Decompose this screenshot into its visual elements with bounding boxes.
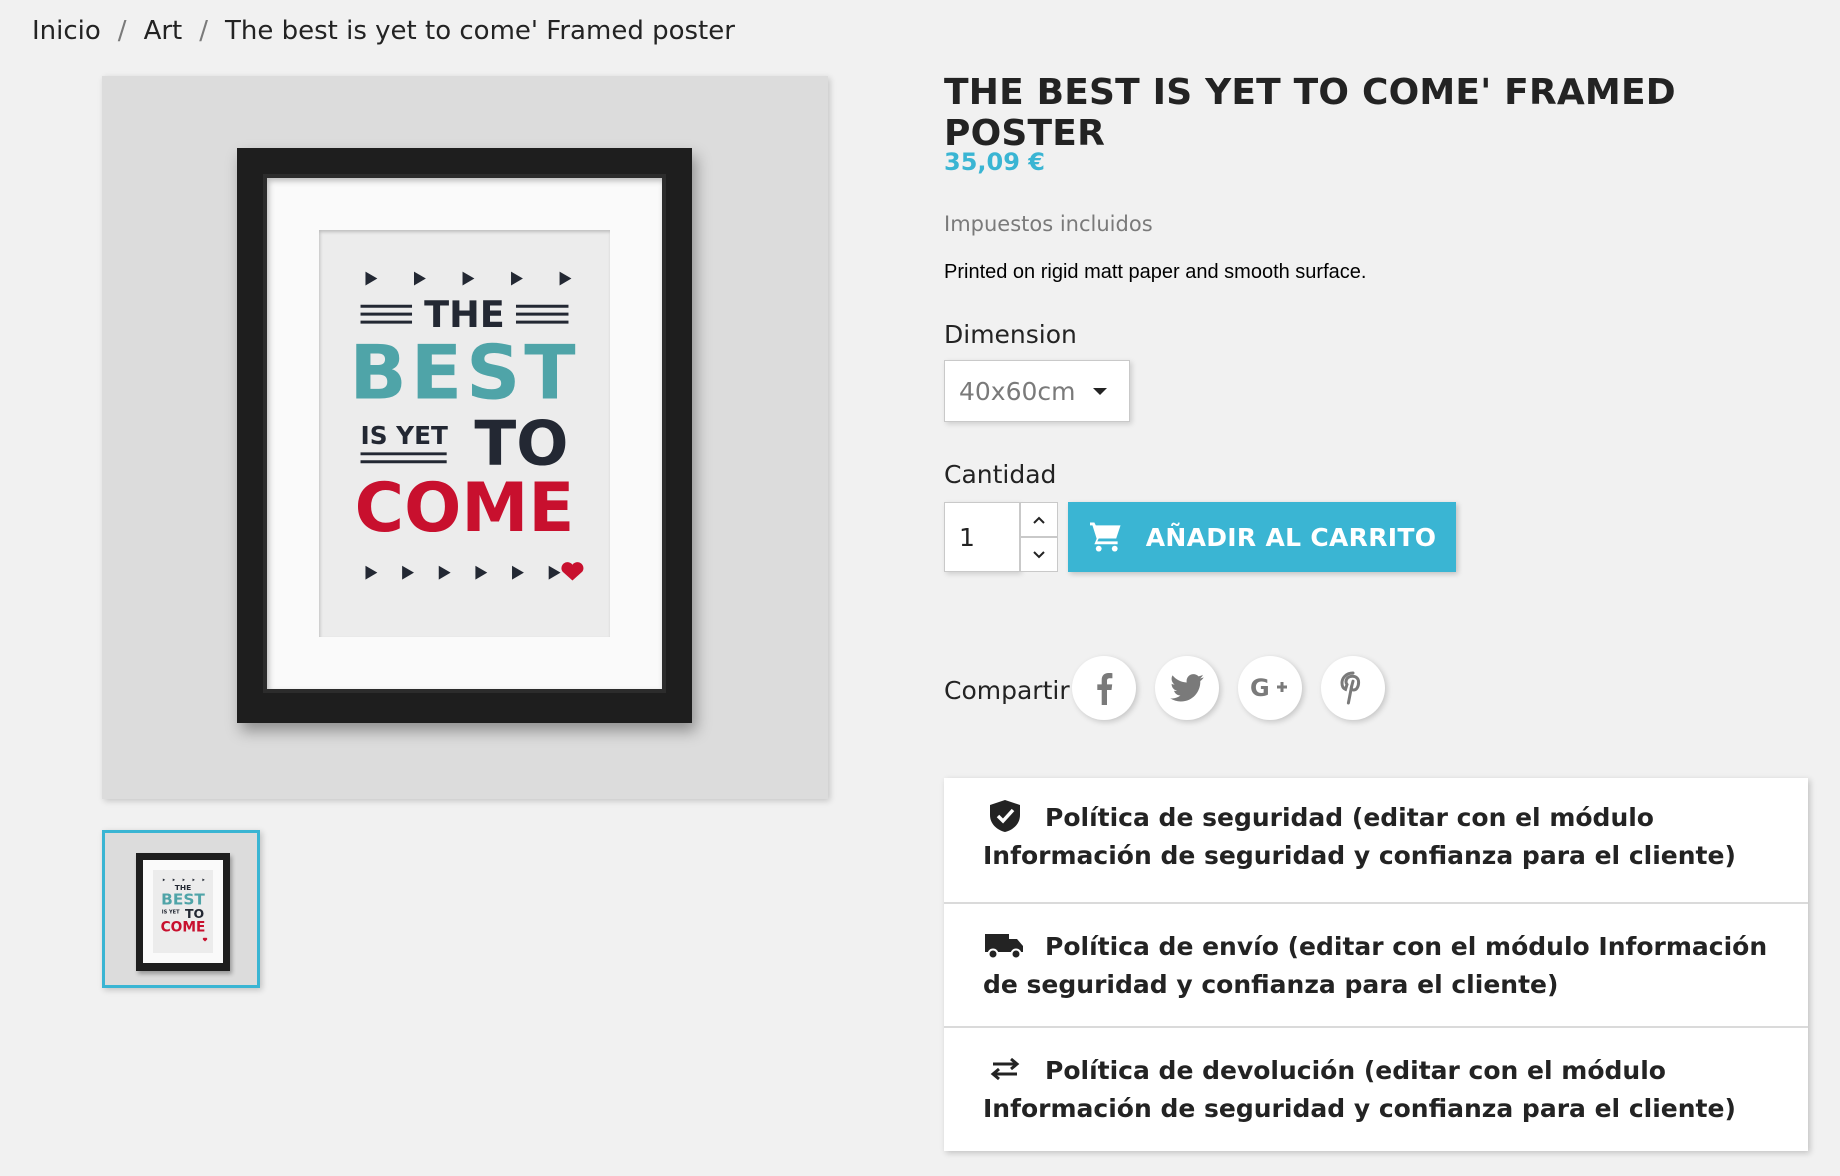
share-facebook-button[interactable] <box>1072 656 1136 720</box>
breadcrumb-art-link[interactable]: Art <box>144 16 183 46</box>
dimension-select[interactable]: 40x60cm <box>944 360 1130 422</box>
reassurance-text-returns: Política de devolución (editar con el mó… <box>983 1056 1736 1123</box>
quantity-input[interactable]: 1 <box>944 502 1020 572</box>
arrow-row-top <box>365 271 572 286</box>
dimension-selected-value: 40x60cm <box>959 376 1076 406</box>
poster-word-come: COME <box>355 469 575 547</box>
truck-icon <box>985 934 1023 960</box>
poster-print: THE BEST IS YET TO COME <box>319 230 610 637</box>
reassurance-text-security: Política de seguridad (editar con el mód… <box>983 803 1736 870</box>
shopping-cart-icon <box>1089 522 1121 552</box>
breadcrumb-separator: / <box>117 16 127 46</box>
thumbnail-artwork: THE BEST IS YET TO COME <box>161 878 208 942</box>
quantity-label: Cantidad <box>944 460 1057 489</box>
pinterest-icon <box>1340 671 1361 705</box>
svg-text:G: G <box>1250 675 1270 701</box>
stripes-left <box>360 304 413 324</box>
breadcrumb-current: The best is yet to come' Framed poster <box>225 16 735 46</box>
reassurance-block: Política de seguridad (editar con el mód… <box>944 778 1808 1151</box>
svg-text:BEST: BEST <box>161 890 205 908</box>
google-plus-icon: G <box>1250 675 1287 701</box>
facebook-icon <box>1097 673 1113 705</box>
arrow-row-bottom <box>365 565 561 580</box>
reassurance-item-returns: Política de devolución (editar con el mó… <box>944 1026 1808 1151</box>
product-description: Printed on rigid matt paper and smooth s… <box>944 261 1367 283</box>
share-label: Compartir <box>944 676 1070 705</box>
add-to-cart-label: AÑADIR AL CARRITO <box>1145 522 1437 552</box>
twitter-icon <box>1170 674 1204 702</box>
share-google-plus-button[interactable]: G <box>1238 656 1302 720</box>
tax-note: Impuestos incluidos <box>944 212 1153 236</box>
chevron-down-icon <box>1033 550 1045 558</box>
thumbnail-frame: THE BEST IS YET TO COME <box>136 853 230 971</box>
product-thumbnail-selected[interactable]: THE BEST IS YET TO COME <box>102 830 260 988</box>
poster-frame: THE BEST IS YET TO COME <box>237 148 692 723</box>
svg-text:TO: TO <box>185 906 205 921</box>
poster-mat: THE BEST IS YET TO COME <box>267 178 662 689</box>
svg-text:COME: COME <box>161 919 206 935</box>
reassurance-text-shipping: Política de envío (editar con el módulo … <box>983 932 1768 999</box>
breadcrumb-home-link[interactable]: Inicio <box>32 16 101 46</box>
dimension-label: Dimension <box>944 320 1077 349</box>
heart-icon <box>561 562 584 581</box>
poster-word-best: BEST <box>349 328 579 416</box>
reassurance-item-security: Política de seguridad (editar con el mód… <box>944 778 1808 902</box>
stripes-under-is-yet <box>360 452 447 464</box>
stripes-right <box>515 304 569 324</box>
product-main-image[interactable]: THE BEST IS YET TO COME <box>102 76 828 799</box>
share-twitter-button[interactable] <box>1155 656 1219 720</box>
poster-word-is-yet: IS YET <box>361 421 448 450</box>
share-pinterest-button[interactable] <box>1321 656 1385 720</box>
chevron-up-icon <box>1033 516 1045 524</box>
quantity-decrement-button[interactable] <box>1020 537 1058 572</box>
svg-text:IS YET: IS YET <box>162 910 180 916</box>
shield-check-icon <box>990 800 1020 832</box>
add-to-cart-button[interactable]: AÑADIR AL CARRITO <box>1068 502 1456 572</box>
product-price: 35,09 € <box>944 148 1045 176</box>
poster-artwork: THE BEST IS YET TO COME <box>349 271 584 581</box>
breadcrumb-separator: / <box>199 16 208 46</box>
quantity-increment-button[interactable] <box>1020 502 1058 537</box>
breadcrumb: Inicio / Art / The best is yet to come' … <box>32 16 735 46</box>
product-title: THE BEST IS YET TO COME' FRAMED POSTER <box>944 72 1676 154</box>
caret-down-icon <box>1093 388 1107 395</box>
reassurance-item-shipping: Política de envío (editar con el módulo … <box>944 902 1808 1026</box>
swap-arrows-icon <box>990 1057 1020 1081</box>
